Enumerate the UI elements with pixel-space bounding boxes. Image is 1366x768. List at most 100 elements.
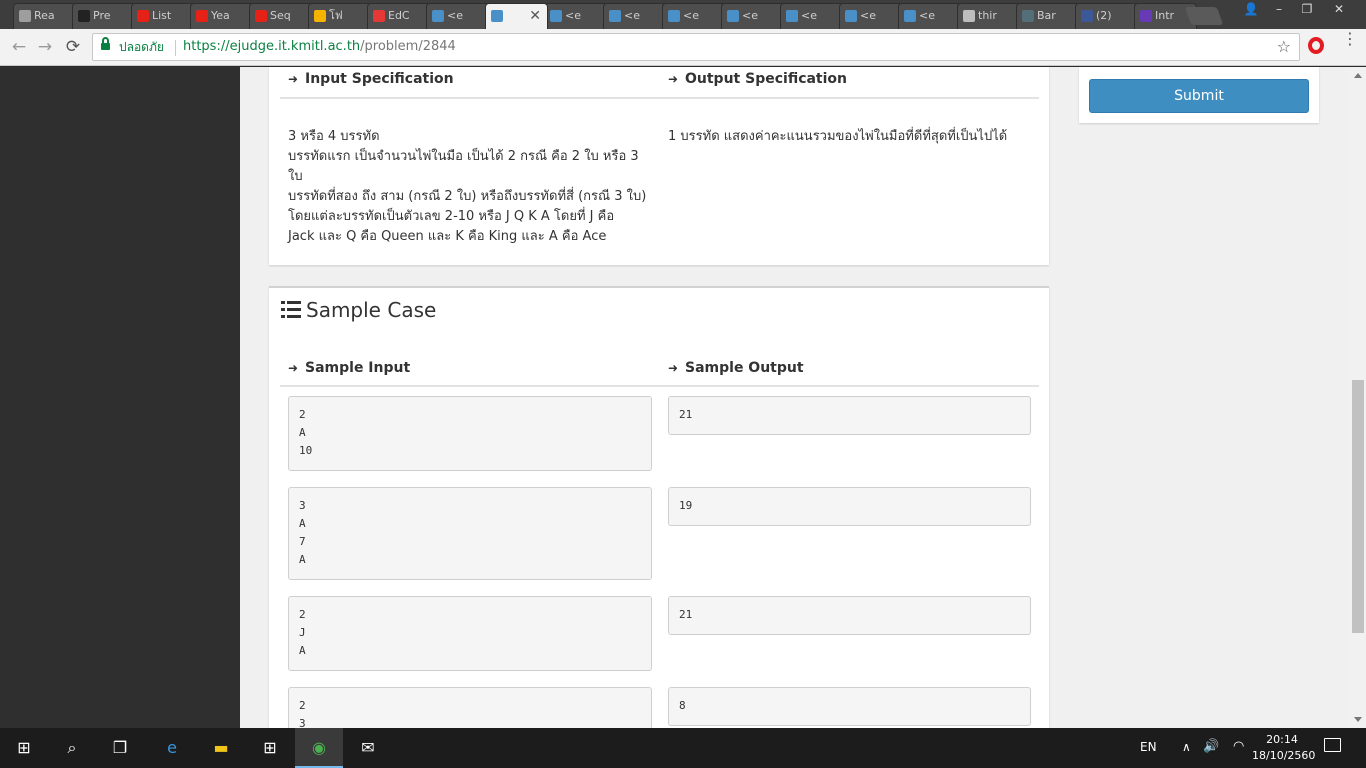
close-window-button[interactable]: ✕ bbox=[1326, 0, 1352, 18]
sample-output-box[interactable]: 8 bbox=[668, 687, 1031, 726]
sample-divider bbox=[280, 385, 1039, 387]
browser-tab[interactable]: EdC bbox=[367, 3, 430, 29]
search-icon[interactable]: ⌕ bbox=[48, 728, 96, 768]
browser-tab[interactable]: <e bbox=[721, 3, 784, 29]
edcaster-icon bbox=[373, 10, 385, 22]
ejudge-icon bbox=[845, 10, 857, 22]
browser-tab[interactable]: Bar bbox=[1016, 3, 1079, 29]
page-scrollbar[interactable] bbox=[1350, 67, 1366, 728]
back-button[interactable]: ← bbox=[8, 36, 30, 58]
browser-tab-label: thir bbox=[978, 9, 997, 22]
browser-tab-strip: Rea Pre List Yea Seq โฟ EdC <e ✕ <e <e <e <e <e <e <e th… bbox=[0, 0, 1366, 29]
browser-tab-label: <e bbox=[860, 9, 876, 22]
browser-tab[interactable]: <e bbox=[603, 3, 666, 29]
ejudge-icon bbox=[491, 10, 503, 22]
edge-taskbar-icon[interactable]: e bbox=[148, 728, 196, 768]
minimize-button[interactable]: – bbox=[1266, 0, 1292, 18]
ejudge-icon bbox=[904, 10, 916, 22]
sample-case-panel: Sample Case ➜ Sample Input ➜ Sample Output… bbox=[269, 286, 1049, 728]
browser-tab-label: Bar bbox=[1037, 9, 1056, 22]
input-spec-heading: ➜ Input Specification bbox=[288, 71, 454, 87]
system-clock[interactable]: 20:14 18/10/2560 bbox=[1252, 732, 1315, 764]
browser-tab[interactable]: <e bbox=[544, 3, 607, 29]
browser-tab[interactable]: thir bbox=[957, 3, 1020, 29]
browser-tab[interactable]: Rea bbox=[13, 3, 76, 29]
browser-tab[interactable]: Seq bbox=[249, 3, 312, 29]
clock-time: 20:14 bbox=[1266, 733, 1298, 746]
youtube-icon bbox=[137, 10, 149, 22]
page-viewport: ➜ Input Specification ➜ Output Specificati… bbox=[0, 67, 1366, 728]
browser-tab-label: <e bbox=[801, 9, 817, 22]
forms-icon bbox=[1140, 10, 1152, 22]
input-spec-text: 3 หรือ 4 บรรทัด บรรทัดแรก เป็นจำนวนไพ่ใน… bbox=[288, 127, 658, 247]
sample-output-heading: ➜ Sample Output bbox=[668, 360, 804, 376]
sign-in-icon: ➜ bbox=[288, 72, 299, 86]
restore-button[interactable]: ❐ bbox=[1294, 0, 1320, 18]
sample-input-heading-text: Sample Input bbox=[305, 360, 411, 376]
input-language[interactable]: EN bbox=[1140, 728, 1157, 766]
scroll-up-arrow-icon[interactable] bbox=[1354, 73, 1362, 78]
browser-menu-icon[interactable]: ⋮ bbox=[1342, 31, 1358, 47]
sign-in-icon: ➜ bbox=[288, 361, 299, 375]
browser-tab[interactable]: Yea bbox=[190, 3, 253, 29]
browser-tab[interactable]: <e bbox=[898, 3, 961, 29]
sample-output-box[interactable]: 19 bbox=[668, 487, 1031, 526]
browser-tab-label: Rea bbox=[34, 9, 55, 22]
profile-icon[interactable]: 👤 bbox=[1238, 0, 1264, 18]
chrome-taskbar-icon[interactable]: ◉ bbox=[295, 728, 343, 768]
windows-taskbar: ⊞ ⌕ ❐ e ▬ ⊞ ◉ ✉ EN ∧ 🔊 ◠ 20:14 18/10/2560 bbox=[0, 728, 1366, 768]
output-spec-text: 1 บรรทัด แสดงค่าคะแนนรวมของไพ่ในมือที่ดี… bbox=[668, 129, 1008, 144]
browser-tab[interactable]: <e bbox=[426, 3, 489, 29]
forward-button[interactable]: → bbox=[34, 36, 56, 58]
scroll-down-arrow-icon[interactable] bbox=[1354, 717, 1362, 722]
file-explorer-taskbar-icon[interactable]: ▬ bbox=[197, 728, 245, 768]
input-spec-line: บรรทัดแรก เป็นจำนวนไพ่ในมือ เป็นได้ 2 กร… bbox=[288, 149, 639, 164]
opera-extension-icon[interactable] bbox=[1308, 37, 1324, 54]
browser-tab[interactable]: ✕ bbox=[485, 3, 548, 29]
url-host: https://ejudge.it.kmitl.ac.th bbox=[183, 39, 361, 54]
start-button[interactable]: ⊞ bbox=[0, 728, 48, 768]
sample-output-box[interactable]: 21 bbox=[668, 396, 1031, 435]
browser-tab-label: <e bbox=[742, 9, 758, 22]
browser-tab[interactable]: List bbox=[131, 3, 194, 29]
sample-input-box[interactable]: 3 A 7 A bbox=[288, 487, 652, 580]
ejudge-icon bbox=[550, 10, 562, 22]
output-spec-heading: ➜ Output Specification bbox=[668, 71, 847, 87]
io-divider bbox=[280, 97, 1039, 99]
task-view-icon[interactable]: ❐ bbox=[96, 728, 144, 768]
sample-case-title-text: Sample Case bbox=[306, 298, 437, 322]
browser-tab-label: EdC bbox=[388, 9, 410, 22]
action-center-icon[interactable] bbox=[1324, 738, 1341, 752]
sample-case-title: Sample Case bbox=[281, 298, 436, 322]
youtube-icon bbox=[255, 10, 267, 22]
scroll-thumb[interactable] bbox=[1352, 380, 1364, 633]
bar-app-icon bbox=[1022, 10, 1034, 22]
network-icon[interactable]: ◠ bbox=[1233, 728, 1244, 766]
bookmark-star-icon[interactable]: ☆ bbox=[1277, 34, 1291, 60]
browser-tab-label: List bbox=[152, 9, 172, 22]
ejudge-icon bbox=[727, 10, 739, 22]
submit-button[interactable]: Submit bbox=[1089, 79, 1309, 113]
browser-tab[interactable]: <e bbox=[839, 3, 902, 29]
close-tab-icon[interactable]: ✕ bbox=[529, 4, 541, 28]
new-tab-button[interactable] bbox=[1184, 7, 1224, 25]
sample-output-box[interactable]: 21 bbox=[668, 596, 1031, 635]
reading-list-icon bbox=[19, 10, 31, 22]
mail-taskbar-icon[interactable]: ✉ bbox=[344, 728, 392, 768]
sample-input-box[interactable]: 2 J A bbox=[288, 596, 652, 671]
browser-tab[interactable]: <e bbox=[662, 3, 725, 29]
browser-tab[interactable]: Pre bbox=[72, 3, 135, 29]
address-bar[interactable]: ปลอดภัย https://ejudge.it.kmitl.ac.th/pr… bbox=[92, 33, 1300, 61]
browser-tab[interactable]: (2) bbox=[1075, 3, 1138, 29]
browser-tab-label: <e bbox=[683, 9, 699, 22]
browser-tab[interactable]: โฟ bbox=[308, 3, 371, 29]
sample-input-box[interactable]: 2 3 bbox=[288, 687, 652, 728]
store-taskbar-icon[interactable]: ⊞ bbox=[246, 728, 294, 768]
show-hidden-icons-icon[interactable]: ∧ bbox=[1182, 728, 1191, 766]
url-text: https://ejudge.it.kmitl.ac.th/problem/28… bbox=[183, 34, 456, 60]
volume-icon[interactable]: 🔊 bbox=[1203, 728, 1219, 766]
reload-button[interactable]: ⟳ bbox=[62, 36, 84, 58]
browser-tab[interactable]: <e bbox=[780, 3, 843, 29]
sign-out-icon: ➜ bbox=[668, 361, 679, 375]
sample-input-box[interactable]: 2 A 10 bbox=[288, 396, 652, 471]
